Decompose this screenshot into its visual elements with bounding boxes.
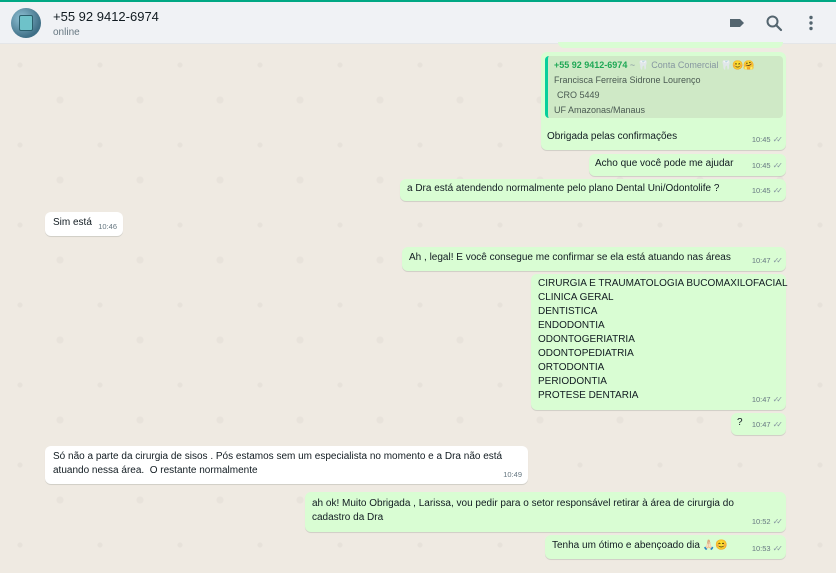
- message-bubble-outgoing[interactable]: CIRURGIA E TRAUMATOLOGIA BUCOMAXILOFACIA…: [531, 274, 788, 410]
- read-ticks-icon: ✓✓: [772, 420, 784, 429]
- message-meta: 10:45 ✓✓: [751, 159, 784, 173]
- message-bubble-outgoing[interactable]: +55 92 9412-6974 ~ 🦷 Conta Comercial 🦷😊🤗…: [541, 52, 786, 150]
- list-item: ENDODONTIA: [538, 320, 605, 331]
- message-meta: 10:45 ✓✓: [751, 133, 784, 147]
- message-bubble-outgoing[interactable]: ah ok! Muito Obrigada , Larissa, vou ped…: [305, 492, 786, 532]
- message-time: 10:45: [751, 186, 771, 195]
- list-item: DENTISTICA: [538, 306, 598, 317]
- list-item: CIRURGIA E TRAUMATOLOGIA BUCOMAXILOFACIA…: [538, 278, 788, 289]
- read-ticks-icon: ✓✓: [772, 544, 784, 553]
- message-bubble-outgoing[interactable]: Tenha um ótimo e abençoado dia 🙏🏻😊 10:53…: [545, 535, 786, 559]
- message-time: 10:52: [751, 517, 771, 526]
- list-item: PROTESE DENTARIA: [538, 390, 639, 401]
- message-line: Só não a parte da cirurgia de sisos . Pó…: [53, 451, 503, 462]
- chat-area[interactable]: +55 92 9412-6974 ~ 🦷 Conta Comercial 🦷😊🤗…: [0, 42, 836, 573]
- message-time: 10:47: [751, 256, 771, 265]
- message-line: cadastro da Dra: [312, 512, 384, 523]
- message-bubble-incoming[interactable]: Só não a parte da cirurgia de sisos . Pó…: [45, 446, 528, 484]
- message-meta: 10:52 ✓✓: [751, 515, 784, 529]
- message-bubble-outgoing[interactable]: Acho que você pode me ajudar 10:45 ✓✓: [589, 154, 786, 176]
- contact-name[interactable]: +55 92 9412-6974: [53, 9, 159, 24]
- message-time: 10:45: [751, 135, 771, 144]
- read-ticks-icon: ✓✓: [772, 517, 784, 526]
- message-meta: 10:45 ✓✓: [751, 184, 784, 198]
- message-time: 10:49: [503, 470, 522, 479]
- previous-message-edge: [558, 42, 783, 48]
- message-time: 10:46: [98, 222, 117, 231]
- message-text: ah ok! Muito Obrigada , Larissa, vou ped…: [312, 497, 734, 525]
- search-icon[interactable]: [765, 14, 783, 32]
- message-meta: 10:47 ✓✓: [751, 254, 784, 268]
- list-item: ODONTOGERIATRIA: [538, 334, 635, 345]
- message-meta: 10:47 ✓✓: [751, 418, 784, 432]
- message-text: Só não a parte da cirurgia de sisos . Pó…: [53, 450, 502, 478]
- list-item: ODONTOPEDIATRIA: [538, 348, 634, 359]
- list-item: ORTODONTIA: [538, 362, 605, 373]
- message-bubble-outgoing[interactable]: a Dra está atendendo normalmente pelo pl…: [400, 179, 786, 201]
- message-text: Tenha um ótimo e abençoado dia 🙏🏻😊: [552, 540, 728, 551]
- message-line: ah ok! Muito Obrigada , Larissa, vou ped…: [312, 498, 734, 509]
- message-text: Acho que você pode me ajudar: [595, 158, 734, 169]
- message-text: Ah , legal! E você consegue me confirmar…: [409, 252, 731, 263]
- message-time: 10:53: [751, 544, 771, 553]
- message-text: a Dra está atendendo normalmente pelo pl…: [407, 183, 720, 194]
- quote-sender-sub: ~ 🦷 Conta Comercial 🦷😊🤗: [629, 60, 755, 70]
- list-item: CLINICA GERAL: [538, 292, 614, 303]
- message-text: Obrigada pelas confirmações: [547, 131, 678, 142]
- read-ticks-icon: ✓✓: [772, 161, 784, 170]
- message-meta: 10:47 ✓✓: [751, 393, 784, 407]
- quote-line: UF Amazonas/Manaus: [554, 105, 646, 115]
- message-meta: 10:46: [98, 220, 117, 234]
- message-bubble-incoming[interactable]: Sim está 10:46: [45, 212, 123, 236]
- chat-header[interactable]: +55 92 9412-6974 online: [0, 2, 836, 44]
- contact-avatar[interactable]: [11, 8, 41, 38]
- quote-line: Francisca Ferreira Sidrone Lourenço: [554, 75, 701, 85]
- quote-line: CRO 5449: [557, 90, 600, 100]
- message-meta: 10:53 ✓✓: [751, 542, 784, 556]
- read-ticks-icon: ✓✓: [772, 186, 784, 195]
- message-time: 10:47: [751, 420, 771, 429]
- message-bubble-outgoing[interactable]: ? 10:47 ✓✓: [731, 413, 786, 435]
- message-text: Sim está: [53, 217, 92, 228]
- read-ticks-icon: ✓✓: [772, 256, 784, 265]
- specialty-list: CIRURGIA E TRAUMATOLOGIA BUCOMAXILOFACIA…: [538, 277, 788, 403]
- list-item: PERIODONTIA: [538, 376, 607, 387]
- read-ticks-icon: ✓✓: [772, 135, 784, 144]
- message-time: 10:47: [751, 395, 771, 404]
- menu-icon[interactable]: [802, 14, 820, 32]
- read-ticks-icon: ✓✓: [772, 395, 784, 404]
- message-time: 10:45: [751, 161, 771, 170]
- message-line: atuando nessa área. O restante normalmen…: [53, 465, 258, 476]
- label-icon[interactable]: [728, 14, 746, 32]
- contact-status: online: [53, 27, 80, 38]
- message-text: ?: [737, 417, 743, 428]
- message-bubble-outgoing[interactable]: Ah , legal! E você consegue me confirmar…: [402, 247, 786, 271]
- quote-sender: +55 92 9412-6974: [554, 60, 628, 70]
- quoted-message[interactable]: +55 92 9412-6974 ~ 🦷 Conta Comercial 🦷😊🤗…: [545, 56, 783, 118]
- message-meta: 10:49: [503, 468, 522, 482]
